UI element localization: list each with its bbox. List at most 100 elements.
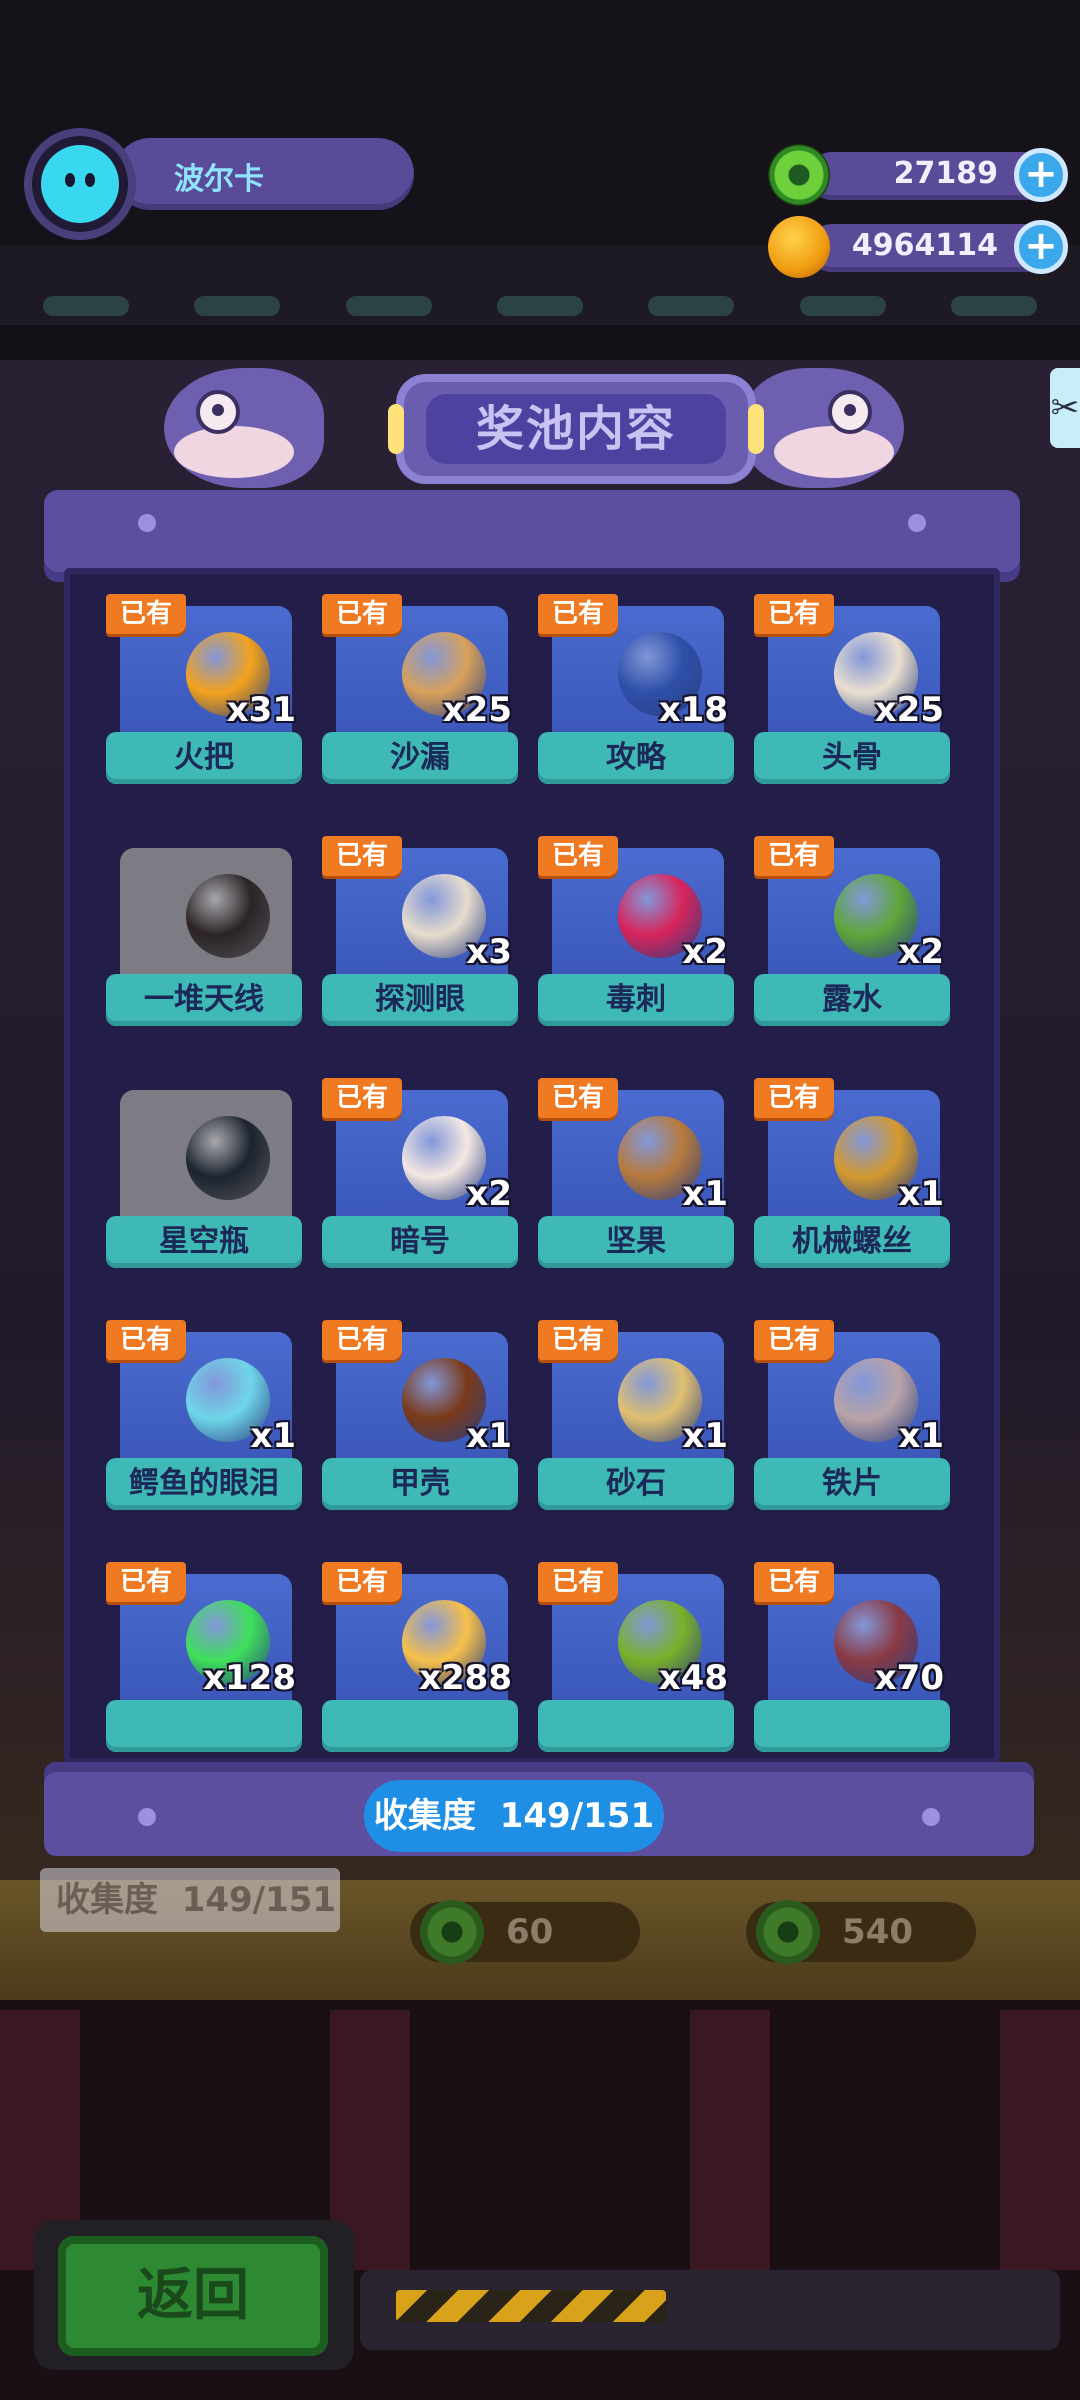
item-name <box>322 1700 518 1752</box>
currency-value: 4964114 <box>851 228 998 263</box>
item-name: 火把 <box>106 732 302 784</box>
item-card[interactable]: 已有 x18 攻略 <box>538 594 734 788</box>
owned-badge: 已有 <box>538 1562 618 1602</box>
item-card[interactable]: 已有 x1 砂石 <box>538 1320 734 1514</box>
rivet <box>922 1808 940 1826</box>
item-name: 坚果 <box>538 1216 734 1268</box>
owned-badge: 已有 <box>106 1562 186 1602</box>
owned-badge: 已有 <box>322 1562 402 1602</box>
item-card[interactable]: 已有 x1 坚果 <box>538 1078 734 1272</box>
owned-badge: 已有 <box>538 836 618 876</box>
back-button[interactable]: 返回 <box>58 2236 328 2356</box>
item-card[interactable]: 已有 x2 暗号 <box>322 1078 518 1272</box>
item-card[interactable]: 星空瓶 <box>106 1078 302 1272</box>
add-donut-button[interactable]: + <box>1014 148 1068 202</box>
item-count: x1 <box>682 1416 728 1456</box>
item-name <box>538 1700 734 1752</box>
currency-donut: 27189 + <box>768 144 1068 206</box>
item-count: x2 <box>466 1174 512 1214</box>
item-count: x25 <box>442 690 512 730</box>
avatar[interactable] <box>24 128 136 240</box>
item-count: x18 <box>658 690 728 730</box>
item-count: x2 <box>898 932 944 972</box>
item-count: x1 <box>898 1416 944 1456</box>
item-name: 头骨 <box>754 732 950 784</box>
background-price-tag: 540 <box>746 1900 976 1964</box>
item-card[interactable]: 已有 x25 头骨 <box>754 594 950 788</box>
star-jar-icon <box>186 1116 270 1200</box>
item-count: x25 <box>874 690 944 730</box>
item-name: 星空瓶 <box>106 1216 302 1268</box>
owned-badge: 已有 <box>322 1320 402 1360</box>
owned-badge: 已有 <box>754 1320 834 1360</box>
item-card[interactable]: 已有 x1 鳄鱼的眼泪 <box>106 1320 302 1514</box>
item-card[interactable]: 已有 x1 甲壳 <box>322 1320 518 1514</box>
owned-badge: 已有 <box>106 594 186 634</box>
currency-value: 27189 <box>893 156 998 191</box>
donut-coin-icon <box>756 1900 820 1964</box>
item-count: x3 <box>466 932 512 972</box>
background-collection-label: 收集度 149/151 <box>40 1868 340 1932</box>
panel-title-banner: 奖池内容 <box>164 368 904 498</box>
item-card[interactable]: 已有 x1 机械螺丝 <box>754 1078 950 1272</box>
panel-title: 奖池内容 <box>426 394 726 464</box>
add-planet-button[interactable]: + <box>1014 220 1068 274</box>
owned-badge: 已有 <box>754 836 834 876</box>
fish-decoration-icon <box>744 368 904 488</box>
background-pillar <box>1000 2010 1080 2270</box>
item-count: x288 <box>419 1658 512 1698</box>
item-card[interactable]: 已有 x31 火把 <box>106 594 302 788</box>
collection-value: 149/151 <box>499 1796 655 1836</box>
item-card[interactable]: 已有 x25 沙漏 <box>322 594 518 788</box>
item-name: 探测眼 <box>322 974 518 1026</box>
owned-badge: 已有 <box>322 1078 402 1118</box>
item-card[interactable]: 已有 x288 <box>322 1562 518 1756</box>
item-grid-area[interactable]: 已有 x31 火把 已有 x25 沙漏 已有 x18 攻略 已有 x25 头骨 一堆天线 已有 x3 探测眼已… <box>64 568 1000 1764</box>
background-price-tag: 60 <box>410 1900 640 1964</box>
item-count: x1 <box>682 1174 728 1214</box>
item-card[interactable]: 已有 x2 毒刺 <box>538 836 734 1030</box>
item-name: 沙漏 <box>322 732 518 784</box>
item-name: 甲壳 <box>322 1458 518 1510</box>
collection-progress: 收集度 149/151 <box>364 1780 664 1852</box>
item-name <box>754 1700 950 1752</box>
item-count: x1 <box>898 1174 944 1214</box>
item-name: 毒刺 <box>538 974 734 1026</box>
item-card[interactable]: 已有 x2 露水 <box>754 836 950 1030</box>
owned-badge: 已有 <box>538 594 618 634</box>
item-name: 暗号 <box>322 1216 518 1268</box>
owned-badge: 已有 <box>106 1320 186 1360</box>
title-plaque: 奖池内容 <box>388 374 764 484</box>
player-name: 波尔卡 <box>174 162 264 197</box>
owned-badge: 已有 <box>538 1320 618 1360</box>
profile-name-bar: 波尔卡 <box>114 138 414 210</box>
owned-badge: 已有 <box>754 1078 834 1118</box>
item-name: 攻略 <box>538 732 734 784</box>
item-card[interactable]: 已有 x70 <box>754 1562 950 1756</box>
item-count: x2 <box>682 932 728 972</box>
background-dashes <box>0 296 1080 326</box>
antenna-icon <box>186 874 270 958</box>
owned-badge: 已有 <box>538 1078 618 1118</box>
scissors-icon[interactable]: ✂ <box>1050 368 1080 448</box>
rivet <box>908 514 926 532</box>
item-count: x31 <box>226 690 296 730</box>
collection-label: 收集度 <box>373 1796 476 1836</box>
item-card[interactable]: 已有 x1 铁片 <box>754 1320 950 1514</box>
item-name: 露水 <box>754 974 950 1026</box>
currency-planet: 4964114 + <box>768 216 1068 278</box>
item-grid: 已有 x31 火把 已有 x25 沙漏 已有 x18 攻略 已有 x25 头骨 一堆天线 已有 x3 探测眼已… <box>106 594 950 1756</box>
item-card[interactable]: 已有 x3 探测眼 <box>322 836 518 1030</box>
item-name: 一堆天线 <box>106 974 302 1026</box>
item-card[interactable]: 一堆天线 <box>106 836 302 1030</box>
planet-coin-icon <box>768 216 830 278</box>
owned-badge: 已有 <box>754 1562 834 1602</box>
item-count: x128 <box>203 1658 296 1698</box>
prize-pool-panel: 奖池内容 已有 x31 火把 已有 x25 沙漏 已有 x18 攻略 已有 x25 头骨 一堆天线 已有 x… <box>44 368 1034 1856</box>
hazard-stripe <box>396 2290 666 2322</box>
item-card[interactable]: 已有 x128 <box>106 1562 302 1756</box>
item-card[interactable]: 已有 x48 <box>538 1562 734 1756</box>
donut-coin-icon <box>768 144 830 206</box>
item-name: 砂石 <box>538 1458 734 1510</box>
item-count: x1 <box>250 1416 296 1456</box>
